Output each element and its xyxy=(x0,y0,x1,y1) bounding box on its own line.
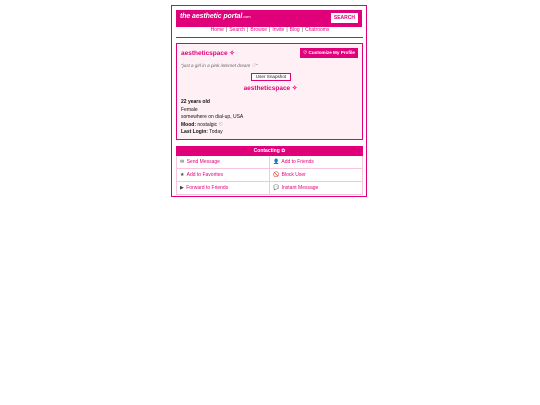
site-header: the aesthetic portal.com SEARCH xyxy=(176,10,362,27)
site-logo[interactable]: the aesthetic portal.com xyxy=(180,13,251,20)
contacting-grid: ✉ Send Message 👤 Add to Friends ★ Add to… xyxy=(176,156,363,195)
nav-browse[interactable]: Browse xyxy=(250,27,267,33)
nav-search[interactable]: Search xyxy=(229,27,245,33)
action-label: Add to Favorites xyxy=(186,172,224,178)
profile-name: aestheticspace ✧ xyxy=(181,50,235,57)
search-button[interactable]: SEARCH xyxy=(330,13,358,23)
contacting-row: ★ Add to Favorites 🚫 Block User xyxy=(177,169,362,182)
last-login-value: Today xyxy=(209,129,223,136)
block-user-link[interactable]: 🚫 Block User xyxy=(269,169,362,181)
action-label: Send Message xyxy=(186,159,220,165)
profile-panel: aestheticspace ✧ ♡ Customize My Profile … xyxy=(176,43,363,140)
nav-separator: | xyxy=(269,27,271,33)
logo-suffix: .com xyxy=(242,14,251,19)
user-snapshot-image: User Snapshot xyxy=(251,73,291,81)
mood-label: Mood: xyxy=(181,121,196,128)
nav-divider xyxy=(176,37,363,38)
last-login-label: Last Login: xyxy=(181,129,208,136)
customize-profile-button[interactable]: ♡ Customize My Profile xyxy=(300,48,358,58)
profile-gender: Female xyxy=(181,106,198,113)
add-to-favorites-link[interactable]: ★ Add to Favorites xyxy=(177,169,269,181)
contacting-header: Contacting ✿ xyxy=(176,146,363,156)
mood-value: nostalgic ♡ xyxy=(197,121,223,128)
nav-separator: | xyxy=(301,27,303,33)
nav-home[interactable]: Home xyxy=(211,27,224,33)
contacting-row: ▶ Forward to Friends 💬 Instant Message xyxy=(177,182,362,195)
nav-invite[interactable]: Invite xyxy=(272,27,284,33)
profile-details: 22 years old Female somewhere on dial-up… xyxy=(181,99,243,137)
profile-tagline: "just a girl in a pink internet dream ♡" xyxy=(181,63,258,68)
play-icon: ▶ xyxy=(180,185,184,191)
contacting-row: ✉ Send Message 👤 Add to Friends xyxy=(177,156,362,169)
user-icon: 👤 xyxy=(273,159,280,165)
instant-message-link[interactable]: 💬 Instant Message xyxy=(269,182,362,194)
send-message-link[interactable]: ✉ Send Message xyxy=(177,156,269,168)
block-icon: 🚫 xyxy=(273,172,280,178)
star-icon: ★ xyxy=(180,172,185,178)
nav-blog[interactable]: Blog xyxy=(290,27,300,33)
logo-text: the aesthetic portal xyxy=(180,13,243,20)
action-label: Block User xyxy=(281,172,306,178)
page-container: the aesthetic portal.com SEARCH Home | Sea… xyxy=(171,5,367,197)
nav-separator: | xyxy=(247,27,249,33)
forward-to-friends-link[interactable]: ▶ Forward to Friends xyxy=(177,182,269,194)
main-nav: Home | Search | Browse | Invite | Blog | Chatrooms xyxy=(172,27,368,33)
profile-location: somewhere on dial-up, USA xyxy=(181,114,244,121)
nav-separator: | xyxy=(286,27,288,33)
add-to-friends-link[interactable]: 👤 Add to Friends xyxy=(269,156,362,168)
nav-separator: | xyxy=(225,27,228,33)
nav-chatrooms[interactable]: Chatrooms xyxy=(305,27,329,33)
profile-display-name: aestheticspace ✧ xyxy=(243,85,298,92)
action-label: Instant Message xyxy=(281,185,319,191)
chat-bubble-icon: 💬 xyxy=(273,185,280,191)
profile-age: 22 years old xyxy=(181,99,210,105)
action-label: Add to Friends xyxy=(281,159,314,165)
action-label: Forward to Friends xyxy=(186,185,229,191)
envelope-icon: ✉ xyxy=(180,159,185,165)
